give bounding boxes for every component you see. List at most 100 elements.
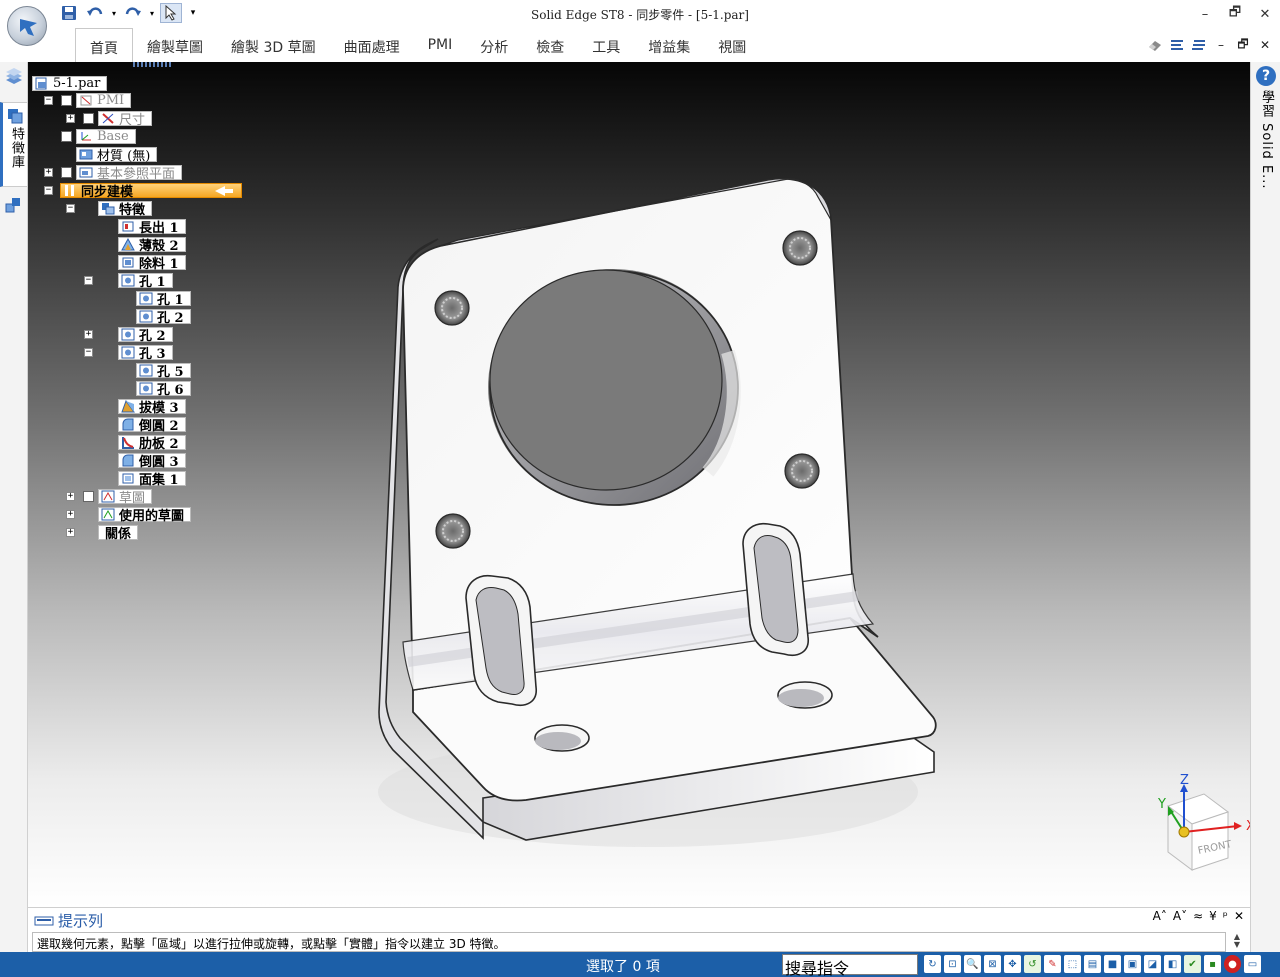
tree-item-round-3[interactable]: 倒圓 3 <box>118 453 186 470</box>
tree-item-sketches[interactable]: 草圖 <box>98 489 153 506</box>
protrusion-icon <box>122 221 134 232</box>
learn-solid-edge-tab[interactable]: 學習 Solid E... <box>1257 90 1276 190</box>
zoom-icon[interactable]: 🔍 <box>964 955 981 973</box>
tab-feature-library[interactable]: 特徵庫 <box>0 102 27 187</box>
layers-icon[interactable] <box>4 68 24 89</box>
tab-surfacing[interactable]: 曲面處理 <box>330 28 414 62</box>
tree-item-hole-3-label: 孔 3 <box>139 347 166 362</box>
tree-item-ref-planes[interactable]: 基本參照平面 <box>76 165 183 182</box>
eraser-icon[interactable] <box>1146 36 1164 54</box>
expander-relations[interactable]: + <box>66 528 75 537</box>
checkbox-ref-planes[interactable] <box>61 167 72 178</box>
tree-item-round-2[interactable]: 倒圓 2 <box>118 417 186 434</box>
increase-font-button[interactable]: A˄ <box>1153 909 1167 923</box>
pan-icon[interactable]: ✥ <box>1004 955 1021 973</box>
tree-item-hole-1[interactable]: 孔 1 <box>118 273 173 290</box>
tree-item-cutout-1[interactable]: 除料 1 <box>118 255 186 272</box>
tree-item-draft-3[interactable]: 拔模 3 <box>118 399 186 416</box>
ready-icon[interactable]: ✔ <box>1184 955 1201 973</box>
tab-view[interactable]: 視圖 <box>704 28 760 62</box>
shaded-icon[interactable]: ■ <box>1104 955 1121 973</box>
expander-used-sketches[interactable]: + <box>66 510 75 519</box>
tree-item-hole-2[interactable]: 孔 2 <box>118 327 173 344</box>
view-orient-icon[interactable]: ⬚ <box>1064 955 1081 973</box>
tree-item-base[interactable]: Base <box>76 129 136 144</box>
status-bar: 選取了 0 項 搜尋指令 ↻ ⊡ 🔍 ⊠ ✥ ↺ ✎ ⬚ ▤ ■ ▣ ◪ ◧ ✔… <box>0 952 1280 977</box>
tree-item-hole-1-1[interactable]: 孔 1 <box>136 291 191 308</box>
display-options-icon[interactable]: ◧ <box>1164 955 1181 973</box>
tree-item-features[interactable]: 特徵 <box>98 201 153 218</box>
layout-list-icon[interactable] <box>1168 36 1186 54</box>
view-styles-icon[interactable]: ◪ <box>1144 955 1161 973</box>
checkbox-pmi[interactable] <box>61 95 72 106</box>
tree-item-face-set-1[interactable]: 面集 1 <box>118 471 186 488</box>
expander-hole-3[interactable]: − <box>84 348 93 357</box>
tree-item-pmi[interactable]: PMI <box>76 93 132 108</box>
pin-button[interactable]: ᵖ <box>1223 909 1228 923</box>
tab-home[interactable]: 首頁 <box>75 28 133 62</box>
tab-add-ins[interactable]: 增益集 <box>634 28 704 62</box>
round-icon <box>122 418 134 431</box>
tree-item-hole-3[interactable]: 孔 3 <box>118 345 173 362</box>
named-views-icon[interactable]: ▤ <box>1084 955 1101 973</box>
tab-pmi[interactable]: PMI <box>414 28 467 62</box>
sketch-view-icon[interactable]: ✎ <box>1044 955 1061 973</box>
restore-button[interactable]: 🗗 <box>1220 0 1250 28</box>
layout-options-icon[interactable] <box>1190 36 1208 54</box>
prompt-scroll[interactable]: ▲ ▼ <box>1230 933 1244 951</box>
tab-tools[interactable]: 工具 <box>578 28 634 62</box>
tree-item-used-sketches[interactable]: 使用的草圖 <box>98 507 192 524</box>
graphics-window[interactable]: 5-1.par − PMI + 尺寸 Base 材質 (無) + 基本參照平面 … <box>28 62 1250 907</box>
checkbox-dimensions[interactable] <box>83 113 94 124</box>
view-orientation-triad[interactable]: Z X Y FRONT <box>1148 772 1250 882</box>
tab-sketch[interactable]: 繪製草圖 <box>133 28 217 62</box>
expander-sync[interactable]: − <box>44 186 53 195</box>
tree-item-material[interactable]: 材質 (無) <box>76 147 158 164</box>
tree-item-thinwall-2[interactable]: 薄殼 2 <box>118 237 186 254</box>
expander-pmi[interactable]: − <box>44 96 53 105</box>
prompt-bar-title: 提示列 <box>34 910 103 931</box>
close-prompt-button[interactable]: ✕ <box>1234 909 1244 923</box>
expander-hole-1[interactable]: − <box>84 276 93 285</box>
record-icon[interactable]: ● <box>1224 955 1241 973</box>
small-indicator-icon[interactable]: ▪ <box>1204 955 1221 973</box>
expander-sketches[interactable]: + <box>66 492 75 501</box>
help-icon[interactable]: ? <box>1256 66 1276 86</box>
tree-item-hole-3-5[interactable]: 孔 5 <box>136 363 191 380</box>
collapse-button[interactable]: ≈ <box>1193 909 1203 923</box>
checkbox-sketches[interactable] <box>83 491 94 502</box>
tree-item-hole-1-2[interactable]: 孔 2 <box>136 309 191 326</box>
tree-item-protrusion-1[interactable]: 長出 1 <box>118 219 186 236</box>
tree-item-rib-2[interactable]: 肋板 2 <box>118 435 186 452</box>
doc-restore-button[interactable]: 🗗 <box>1234 36 1252 54</box>
expander-dimensions[interactable]: + <box>66 114 75 123</box>
command-search-input[interactable]: 搜尋指令 <box>782 954 918 977</box>
tree-item-dimensions[interactable]: 尺寸 <box>98 111 153 128</box>
expander-hole-2[interactable]: + <box>84 330 93 339</box>
rollback-arrow-icon[interactable] <box>215 186 233 196</box>
minimize-button[interactable]: – <box>1190 0 1220 28</box>
tree-item-hole-3-6[interactable]: 孔 6 <box>136 381 191 398</box>
tab-analysis[interactable]: 分析 <box>466 28 522 62</box>
expander-features[interactable]: − <box>66 204 75 213</box>
spin-icon[interactable]: ↺ <box>1024 955 1041 973</box>
tree-item-relations[interactable]: 關係 <box>98 525 139 542</box>
fit-icon[interactable]: ⊠ <box>984 955 1001 973</box>
family-members-icon[interactable] <box>4 196 24 219</box>
rotate-icon[interactable]: ↻ <box>924 955 941 973</box>
doc-minimize-button[interactable]: – <box>1212 36 1230 54</box>
dropdown-button[interactable]: ¥ <box>1209 909 1217 923</box>
checkbox-base[interactable] <box>61 131 72 142</box>
shaded-edges-icon[interactable]: ▣ <box>1124 955 1141 973</box>
tab-3d-sketch[interactable]: 繪製 3D 草圖 <box>217 28 330 62</box>
decrease-font-button[interactable]: A˅ <box>1173 909 1187 923</box>
tab-inspect[interactable]: 檢查 <box>522 28 578 62</box>
zoom-area-icon[interactable]: ⊡ <box>944 955 961 973</box>
tree-item-base-label: Base <box>97 129 129 144</box>
doc-close-button[interactable]: ✕ <box>1256 36 1274 54</box>
close-button[interactable]: ✕ <box>1250 0 1280 28</box>
tree-root[interactable]: 5-1.par <box>32 76 108 91</box>
expander-ref-planes[interactable]: + <box>44 168 53 177</box>
screen-capture-icon[interactable]: ▭ <box>1244 955 1261 973</box>
tree-item-synchronous[interactable]: 同步建模 <box>60 183 242 200</box>
